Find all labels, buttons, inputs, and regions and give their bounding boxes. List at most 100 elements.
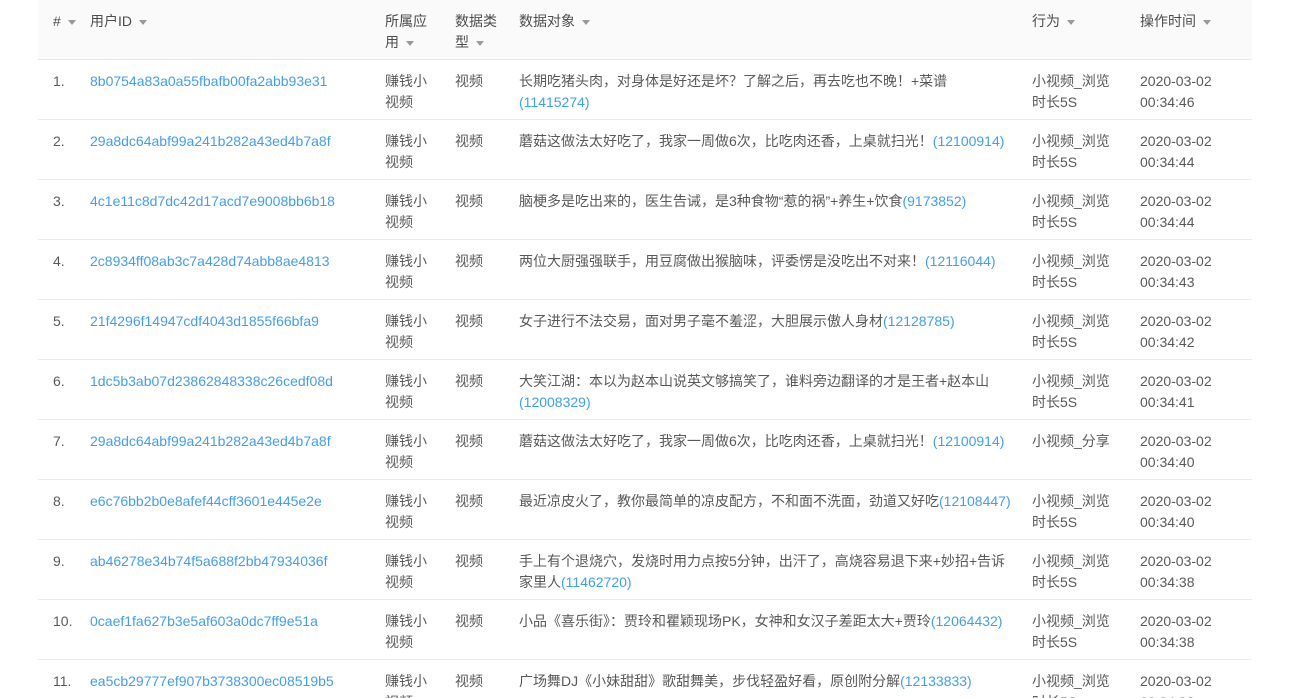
chevron-down-icon[interactable] [582, 20, 590, 25]
user-id-link[interactable]: 4c1e11c8d7dc42d17acd7e9008bb6b18 [90, 193, 335, 209]
data-type: 视频 [455, 493, 483, 509]
behavior-cell: 小视频_浏览时长5S [1032, 300, 1140, 360]
behavior-label: 小视频_浏览 [1032, 311, 1132, 332]
column-header-user-id[interactable]: 用户ID [90, 0, 385, 60]
user-id-link[interactable]: 1dc5b3ab07d23862848338c26cedf08d [90, 373, 333, 389]
behavior-cell: 小视频_浏览时长5S [1032, 660, 1140, 698]
data-object-id-link[interactable]: (12064432) [931, 613, 1003, 629]
data-object-id-link[interactable]: (12008329) [519, 394, 591, 410]
data-object-cell: 两位大厨强强联手，用豆腐做出猴脑味，评委愣是没吃出不对来！(12116044) [519, 240, 1032, 300]
data-type: 视频 [455, 433, 483, 449]
column-label: 行为 [1032, 13, 1060, 29]
data-object-cell: 广场舞DJ《小妹甜甜》歌甜舞美，步伐轻盈好看，原创附分解(12133833) [519, 660, 1032, 698]
table-row: 1. 8b0754a83a0a55fbafb00fa2abb93e31 赚钱小视… [38, 60, 1252, 120]
data-object-id-link[interactable]: (12108447) [939, 493, 1011, 509]
user-behavior-log-page: # 用户ID 所属应用 数据类型 数据对象 行为 操作时间 1. 8b0754a… [0, 0, 1294, 698]
data-type: 视频 [455, 613, 483, 629]
app-cell: 赚钱小视频 [385, 120, 455, 180]
user-id-link[interactable]: 29a8dc64abf99a241b282a43ed4b7a8f [90, 133, 331, 149]
user-id-cell: 0caef1fa627b3e5af603a0dc7ff9e51a [90, 600, 385, 660]
chevron-down-icon[interactable] [68, 20, 76, 25]
chevron-down-icon[interactable] [1067, 20, 1075, 25]
operation-date: 2020-03-02 [1140, 611, 1252, 632]
app-name: 赚钱小视频 [385, 193, 427, 230]
operation-date: 2020-03-02 [1140, 131, 1252, 152]
operation-time: 00:34:44 [1140, 152, 1252, 173]
operation-date: 2020-03-02 [1140, 671, 1252, 692]
app-cell: 赚钱小视频 [385, 60, 455, 120]
behavior-label: 小视频_浏览 [1032, 71, 1132, 92]
user-id-cell: e6c76bb2b0e8afef44cff3601e445e2e [90, 480, 385, 540]
chevron-down-icon[interactable] [1203, 20, 1211, 25]
user-id-cell: 2c8934ff08ab3c7a428d74abb8ae4813 [90, 240, 385, 300]
data-object-cell: 小品《喜乐街》：贾玲和瞿颖现场PK，女神和女汉子差距太大+贾玲(12064432… [519, 600, 1032, 660]
user-id-link[interactable]: e6c76bb2b0e8afef44cff3601e445e2e [90, 493, 322, 509]
app-cell: 赚钱小视频 [385, 480, 455, 540]
operation-time-cell: 2020-03-0200:34:44 [1140, 120, 1252, 180]
column-label: 数据对象 [519, 13, 575, 29]
app-cell: 赚钱小视频 [385, 420, 455, 480]
data-object-id-link[interactable]: (11462720) [561, 574, 632, 590]
column-label: 用户ID [90, 13, 132, 29]
data-object-id-link[interactable]: (11415274) [519, 94, 590, 110]
data-object-id-link[interactable]: (9173852) [902, 193, 966, 209]
data-object-id-link[interactable]: (12100914) [933, 433, 1005, 449]
user-id-cell: ab46278e34b74f5a688f2bb47934036f [90, 540, 385, 600]
user-id-link[interactable]: 2c8934ff08ab3c7a428d74abb8ae4813 [90, 253, 330, 269]
data-object-id-link[interactable]: (12100914) [933, 133, 1005, 149]
data-object-id-link[interactable]: (12116044) [925, 253, 996, 269]
operation-date: 2020-03-02 [1140, 191, 1252, 212]
column-header-data-type[interactable]: 数据类型 [455, 0, 519, 60]
operation-time-cell: 2020-03-0200:34:44 [1140, 180, 1252, 240]
data-object-text: 大笑江湖：本以为赵本山说英文够搞笑了，谁料旁边翻译的才是王者+赵本山 [519, 373, 989, 389]
behavior-label: 小视频_浏览 [1032, 131, 1132, 152]
user-id-link[interactable]: 21f4296f14947cdf4043d1855f66bfa9 [90, 313, 319, 329]
data-type: 视频 [455, 73, 483, 89]
user-id-link[interactable]: ab46278e34b74f5a688f2bb47934036f [90, 553, 327, 569]
chevron-down-icon[interactable] [406, 41, 414, 46]
row-index: 7. [38, 420, 90, 480]
user-id-link[interactable]: 8b0754a83a0a55fbafb00fa2abb93e31 [90, 73, 327, 89]
column-header-data-object[interactable]: 数据对象 [519, 0, 1032, 60]
data-object-text: 女子进行不法交易，面对男子毫不羞涩，大胆展示傲人身材 [519, 313, 883, 329]
app-cell: 赚钱小视频 [385, 540, 455, 600]
data-type-cell: 视频 [455, 480, 519, 540]
data-object-id-link[interactable]: (12133833) [900, 673, 972, 689]
behavior-label: 小视频_浏览 [1032, 491, 1132, 512]
chevron-down-icon[interactable] [139, 20, 147, 25]
operation-time: 00:34:44 [1140, 212, 1252, 233]
behavior-cell: 小视频_分享 [1032, 420, 1140, 480]
operation-time-cell: 2020-03-0200:34:38 [1140, 660, 1252, 698]
chevron-down-icon[interactable] [476, 41, 484, 46]
column-header-op-time[interactable]: 操作时间 [1140, 0, 1252, 60]
behavior-label: 小视频_分享 [1032, 431, 1132, 452]
column-header-index[interactable]: # [38, 0, 90, 60]
table-row: 10. 0caef1fa627b3e5af603a0dc7ff9e51a 赚钱小… [38, 600, 1252, 660]
app-cell: 赚钱小视频 [385, 300, 455, 360]
column-header-behavior[interactable]: 行为 [1032, 0, 1140, 60]
row-index: 10. [38, 600, 90, 660]
operation-time: 00:34:38 [1140, 632, 1252, 653]
user-id-link[interactable]: ea5cb29777ef907b3738300ec08519b5 [90, 673, 334, 689]
data-type-cell: 视频 [455, 60, 519, 120]
user-id-link[interactable]: 0caef1fa627b3e5af603a0dc7ff9e51a [90, 613, 318, 629]
data-object-id-link[interactable]: (12128785) [883, 313, 955, 329]
behavior-cell: 小视频_浏览时长5S [1032, 480, 1140, 540]
row-index: 5. [38, 300, 90, 360]
data-type: 视频 [455, 193, 483, 209]
data-type-cell: 视频 [455, 180, 519, 240]
user-id-link[interactable]: 29a8dc64abf99a241b282a43ed4b7a8f [90, 433, 331, 449]
table-row: 8. e6c76bb2b0e8afef44cff3601e445e2e 赚钱小视… [38, 480, 1252, 540]
table-row: 4. 2c8934ff08ab3c7a428d74abb8ae4813 赚钱小视… [38, 240, 1252, 300]
app-name: 赚钱小视频 [385, 133, 427, 170]
behavior-duration: 时长5S [1032, 572, 1132, 593]
behavior-cell: 小视频_浏览时长5S [1032, 360, 1140, 420]
app-name: 赚钱小视频 [385, 493, 427, 530]
operation-time: 00:34:42 [1140, 332, 1252, 353]
operation-date: 2020-03-02 [1140, 491, 1252, 512]
column-header-app[interactable]: 所属应用 [385, 0, 455, 60]
behavior-label: 小视频_浏览 [1032, 371, 1132, 392]
row-index: 9. [38, 540, 90, 600]
behavior-duration: 时长5S [1032, 92, 1132, 113]
table-body: 1. 8b0754a83a0a55fbafb00fa2abb93e31 赚钱小视… [38, 60, 1252, 698]
